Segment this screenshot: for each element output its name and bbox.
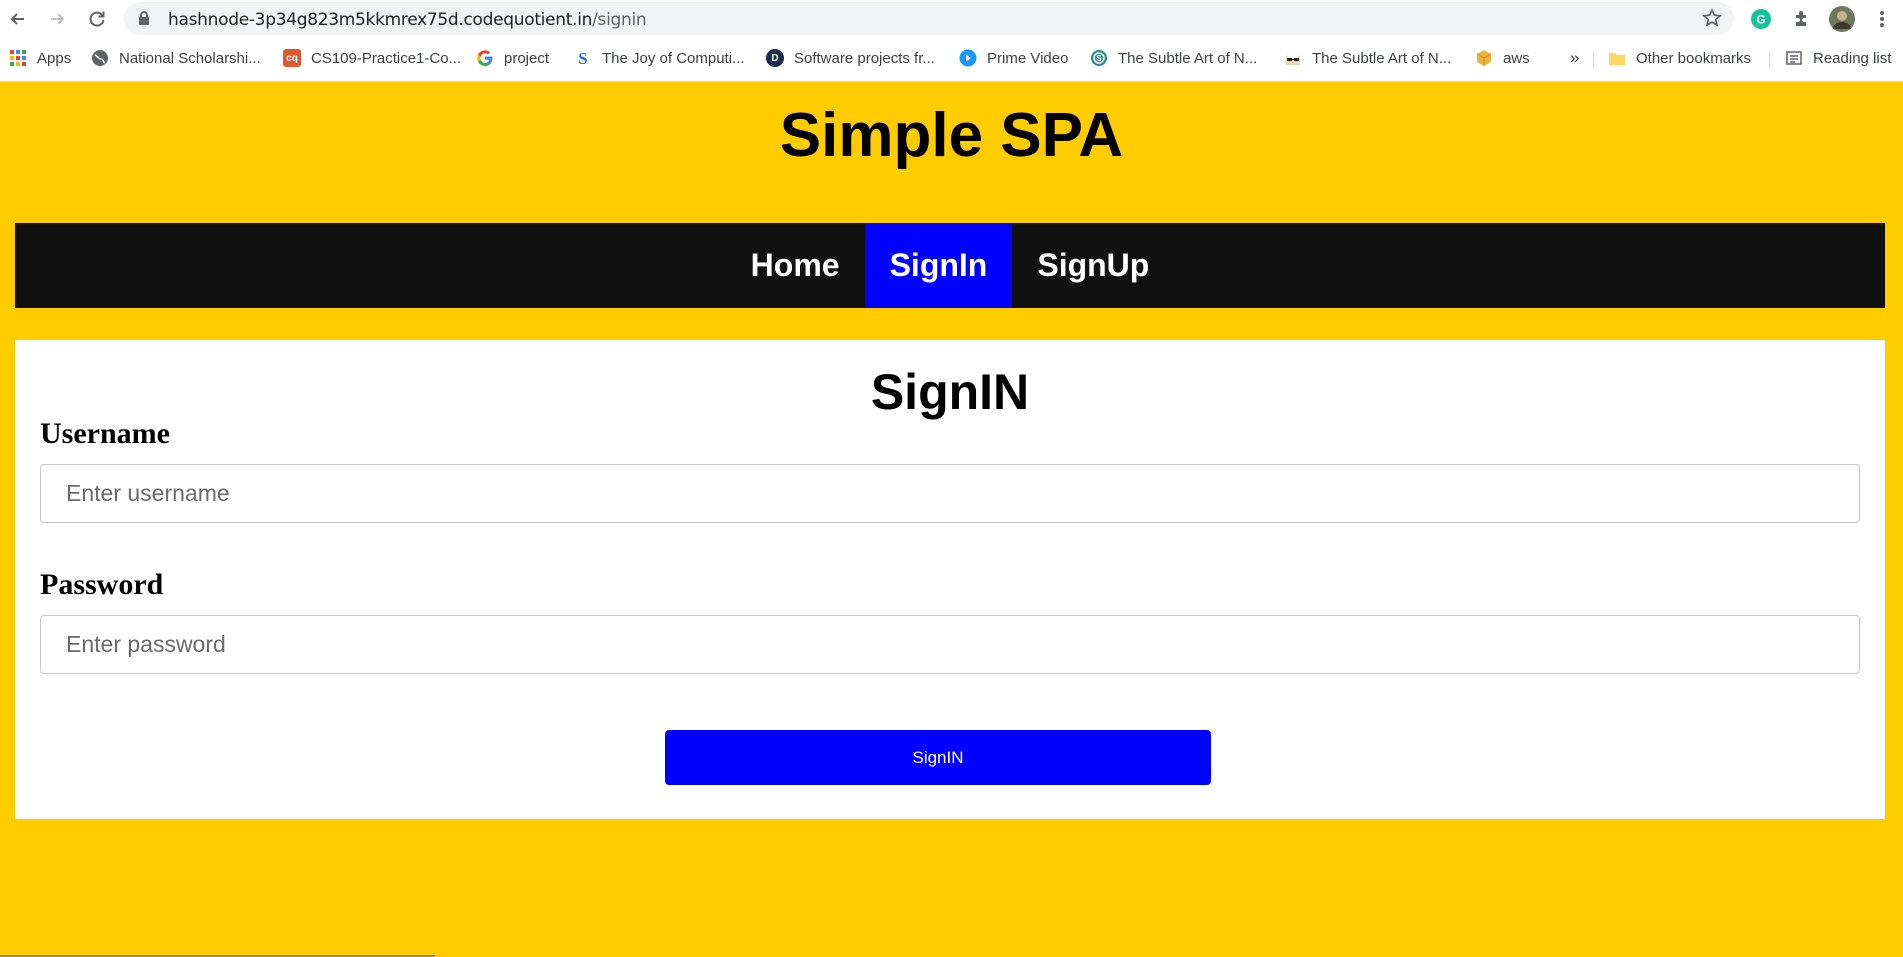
bookmark-joy-of-computing[interactable]: S The Joy of Computi... [574, 44, 745, 72]
bookmarks-overflow-button[interactable]: » [1570, 44, 1579, 72]
puzzle-piece-icon [1796, 11, 1806, 26]
username-input[interactable] [40, 464, 1860, 523]
arrow-right-icon [51, 13, 65, 25]
address-bar[interactable]: hashnode-3p34g823m5kkmrex75d.codequotien… [124, 2, 1734, 35]
username-label: Username [40, 417, 170, 450]
bookmark-project[interactable]: project [476, 44, 549, 72]
bookmark-apps[interactable]: Apps [9, 44, 71, 72]
grammarly-icon: G [1751, 9, 1771, 29]
avatar-icon [1829, 6, 1855, 32]
arrow-left-icon [10, 13, 24, 25]
bookmark-subtle-art-1[interactable]: S The Subtle Art of N... [1090, 44, 1257, 72]
signin-form-card: SignIN Username Password SignIN [15, 340, 1885, 819]
bookmark-label: The Subtle Art of N... [1312, 49, 1452, 67]
bookmarks-divider [1593, 50, 1594, 70]
bookmark-software-projects[interactable]: D Software projects fr... [766, 44, 935, 72]
url-text: hashnode-3p34g823m5kkmrex75d.codequotien… [168, 10, 647, 30]
main-navigation: Home SignIn SignUp [15, 223, 1885, 308]
bookmark-label: The Joy of Computi... [602, 49, 745, 67]
bookmark-label: project [504, 49, 550, 67]
browser-toolbar: hashnode-3p34g823m5kkmrex75d.codequotien… [0, 0, 1903, 38]
grammarly-extension-button[interactable]: G [1747, 5, 1775, 33]
bookmark-national-scholarship[interactable]: National Scholarshi... [91, 44, 261, 72]
nav-home[interactable]: Home [726, 223, 865, 308]
reading-list-icon [1786, 51, 1802, 65]
bookmark-label: The Subtle Art of N... [1118, 49, 1258, 67]
bookmark-label: CS109-Practice1-Co... [311, 49, 462, 67]
bookmark-label: Apps [37, 49, 72, 67]
browser-chrome: hashnode-3p34g823m5kkmrex75d.codequotien… [0, 0, 1903, 82]
svg-text:S: S [578, 49, 587, 67]
password-label: Password [40, 568, 164, 601]
password-input[interactable] [40, 615, 1860, 674]
reading-list-label: Reading list [1813, 49, 1892, 67]
cat-glasses-icon [1286, 55, 1300, 65]
reload-button[interactable] [82, 4, 112, 34]
prime-video-icon [959, 49, 977, 67]
apps-grid-icon [10, 50, 26, 66]
bookmark-cs109-practice[interactable]: cq CS109-Practice1-Co... [283, 44, 461, 72]
form-title: SignIN [870, 364, 1030, 420]
nav-signup[interactable]: SignUp [1012, 223, 1174, 308]
bookmark-star-icon[interactable] [1702, 8, 1722, 28]
aws-box-icon [1476, 50, 1492, 66]
google-icon [477, 50, 493, 66]
bookmark-prime-video[interactable]: Prime Video [959, 44, 1068, 72]
back-button[interactable] [3, 4, 33, 34]
bookmark-label: Software projects fr... [794, 49, 935, 67]
subtle-art-icon: S [1091, 50, 1107, 66]
bookmark-label: Prime Video [987, 49, 1069, 67]
lock-icon [139, 11, 149, 25]
reload-icon [89, 11, 105, 27]
svg-text:S: S [1096, 54, 1102, 63]
bookmark-label: aws [1503, 49, 1530, 67]
bookmark-aws[interactable]: aws [1475, 44, 1530, 72]
globe-icon [92, 50, 108, 66]
d-logo-icon: D [766, 49, 784, 67]
site-title: Simple SPA [779, 101, 1124, 170]
other-bookmarks-folder[interactable]: Other bookmarks [1608, 44, 1751, 72]
folder-icon [1609, 53, 1625, 65]
profile-avatar[interactable] [1828, 5, 1856, 33]
reading-list-button[interactable]: Reading list [1785, 44, 1891, 72]
browser-menu-button[interactable] [1868, 5, 1896, 33]
bookmark-label: National Scholarshi... [119, 49, 261, 67]
bookmarks-divider [1769, 50, 1770, 70]
url-path: /signin [592, 10, 647, 30]
nav-signin[interactable]: SignIn [864, 223, 1013, 308]
bookmarks-bar: Apps National Scholarshi... cq CS109-Pra… [0, 44, 1903, 74]
cq-icon: cq [283, 49, 301, 67]
other-bookmarks-label: Other bookmarks [1636, 49, 1752, 67]
svg-text:G: G [1756, 13, 1765, 27]
signin-submit-button[interactable]: SignIN [665, 730, 1211, 785]
extensions-button[interactable] [1788, 5, 1816, 33]
url-host: hashnode-3p34g823m5kkmrex75d.codequotien… [168, 10, 593, 30]
bookmark-subtle-art-2[interactable]: The Subtle Art of N... [1284, 44, 1451, 72]
swayam-icon: S [578, 49, 587, 67]
forward-button[interactable] [42, 4, 72, 34]
kebab-menu-icon [1880, 11, 1884, 27]
